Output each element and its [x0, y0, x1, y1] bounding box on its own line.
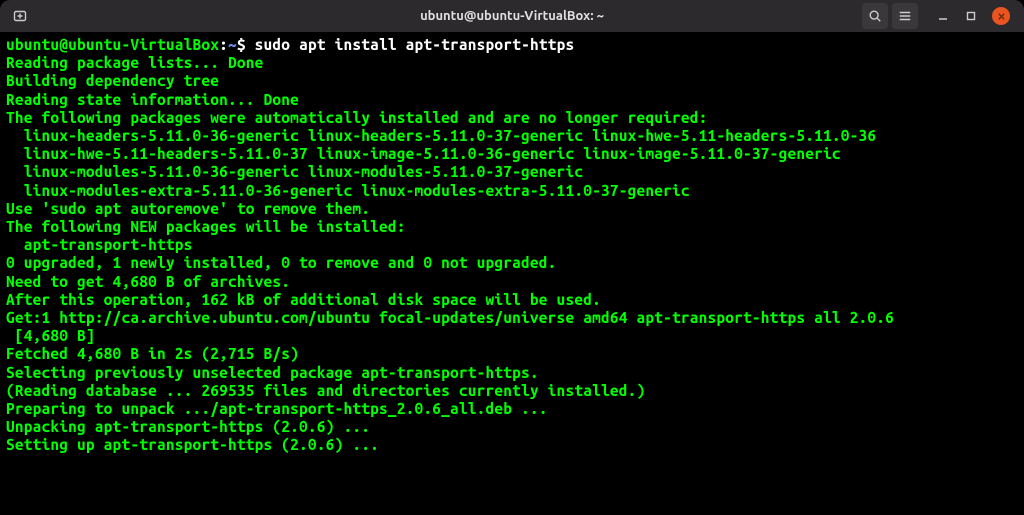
- menu-button[interactable]: [892, 3, 918, 29]
- output-line: The following NEW packages will be insta…: [6, 218, 406, 235]
- output-line: The following packages were automaticall…: [6, 109, 708, 126]
- titlebar: ubuntu@ubuntu-VirtualBox: ~: [0, 0, 1024, 32]
- output-line: Need to get 4,680 B of archives.: [6, 273, 290, 290]
- output-line: Setting up apt-transport-https (2.0.6) .…: [6, 436, 379, 453]
- minimize-button[interactable]: [936, 9, 950, 23]
- output-line: Use 'sudo apt autoremove' to remove them…: [6, 200, 370, 217]
- output-line: 0 upgraded, 1 newly installed, 0 to remo…: [6, 254, 557, 271]
- search-icon: [868, 9, 882, 23]
- output-line: linux-modules-extra-5.11.0-36-generic li…: [6, 182, 690, 199]
- close-button[interactable]: [992, 7, 1010, 25]
- terminal-body[interactable]: ubuntu@ubuntu-VirtualBox:~$ sudo apt ins…: [0, 32, 1024, 515]
- output-line: After this operation, 162 kB of addition…: [6, 291, 601, 308]
- output-line: Reading state information... Done: [6, 91, 299, 108]
- prompt-colon: :: [219, 36, 228, 53]
- titlebar-left: [8, 4, 32, 28]
- output-line: Fetched 4,680 B in 2s (2,715 B/s): [6, 345, 299, 362]
- new-tab-icon: [12, 8, 28, 24]
- prompt-userhost: ubuntu@ubuntu-VirtualBox: [6, 36, 219, 53]
- output-line: Reading package lists... Done: [6, 54, 264, 71]
- minimize-icon: [938, 11, 948, 21]
- window-controls: [936, 7, 1010, 25]
- output-line: (Reading database ... 269535 files and d…: [6, 382, 645, 399]
- titlebar-right: [862, 3, 1016, 29]
- output-line: Get:1 http://ca.archive.ubuntu.com/ubunt…: [6, 309, 894, 326]
- output-line: Preparing to unpack .../apt-transport-ht…: [6, 400, 548, 417]
- output-line: linux-headers-5.11.0-36-generic linux-he…: [6, 127, 876, 144]
- output-line: Selecting previously unselected package …: [6, 364, 539, 381]
- prompt-dollar: $: [237, 36, 255, 53]
- output-line: apt-transport-https: [6, 236, 192, 253]
- search-button[interactable]: [862, 3, 888, 29]
- terminal-window: ubuntu@ubuntu-VirtualBox: ~: [0, 0, 1024, 515]
- prompt-path: ~: [228, 36, 237, 53]
- hamburger-icon: [898, 9, 912, 23]
- maximize-button[interactable]: [964, 9, 978, 23]
- command-text: sudo apt install apt-transport-https: [255, 36, 575, 53]
- close-icon: [997, 12, 1006, 21]
- new-tab-button[interactable]: [8, 4, 32, 28]
- output-line: Unpacking apt-transport-https (2.0.6) ..…: [6, 418, 370, 435]
- window-title: ubuntu@ubuntu-VirtualBox: ~: [420, 9, 604, 23]
- maximize-icon: [966, 11, 976, 21]
- output-line: Building dependency tree: [6, 72, 219, 89]
- output-line: [4,680 B]: [6, 327, 95, 344]
- output-line: linux-hwe-5.11-headers-5.11.0-37 linux-i…: [6, 145, 841, 162]
- output-line: linux-modules-5.11.0-36-generic linux-mo…: [6, 163, 583, 180]
